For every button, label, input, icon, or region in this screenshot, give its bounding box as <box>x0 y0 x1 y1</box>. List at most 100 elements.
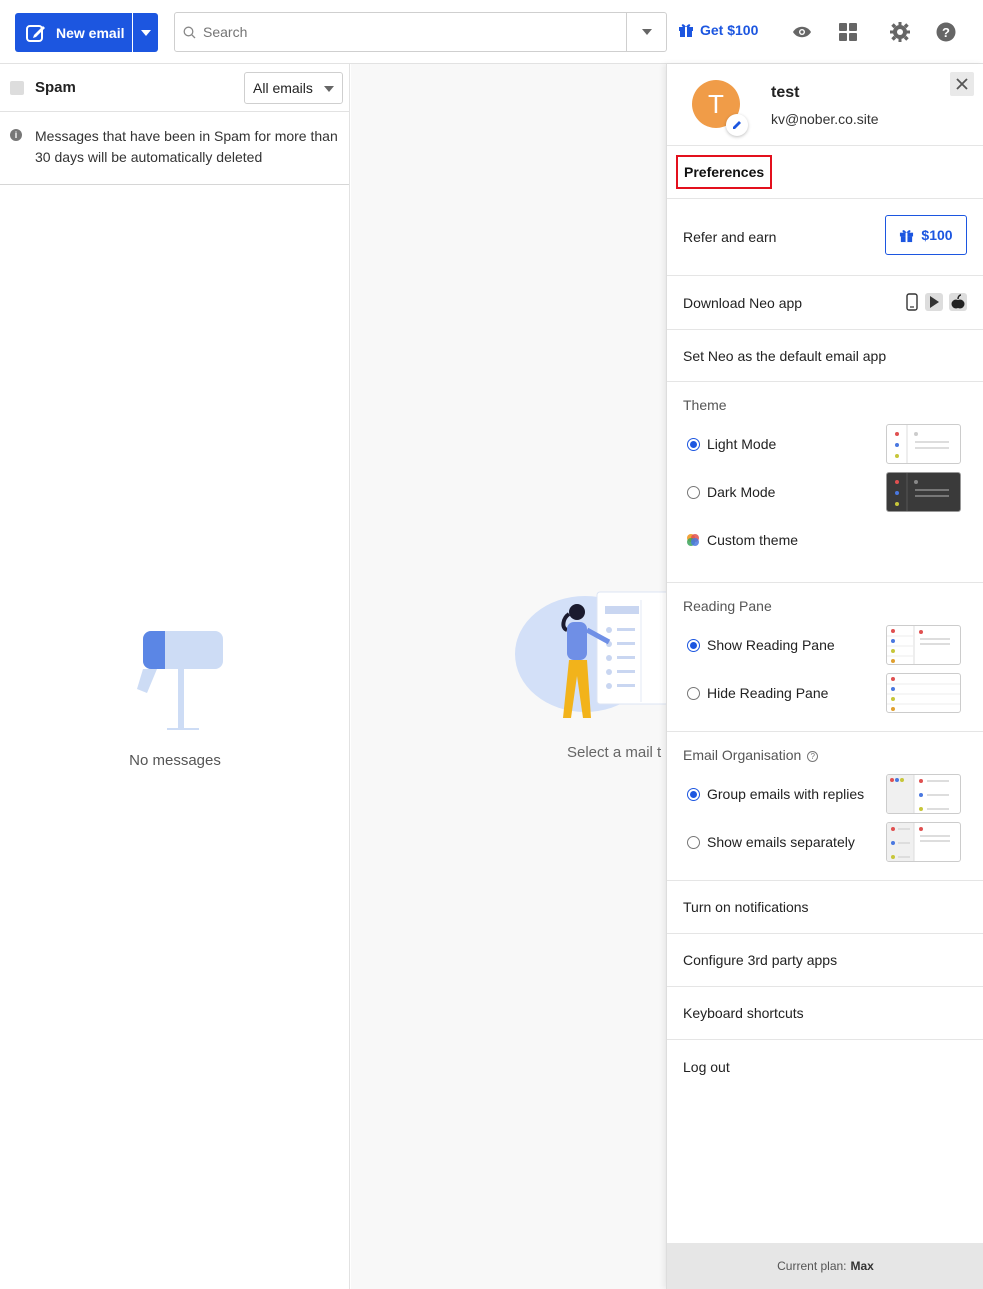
default-app-label: Set Neo as the default email app <box>683 347 887 364</box>
svg-text:?: ? <box>942 25 950 40</box>
theme-light-option[interactable]: Light Mode <box>667 420 983 468</box>
reading-pane: Select a mail t <box>351 64 666 1289</box>
reading-pane-section: Reading Pane Show Reading Pane Hide Read… <box>667 583 983 732</box>
email-organisation-label: Email Organisation <box>683 747 802 763</box>
folder-title: Spam <box>35 79 76 96</box>
group-emails-option[interactable]: Group emails with replies <box>667 770 983 818</box>
get100-link[interactable]: Get $100 <box>678 22 758 38</box>
separate-emails-radio[interactable] <box>687 835 700 849</box>
caret-down-icon <box>140 29 151 36</box>
default-app-row[interactable]: Set Neo as the default email app <box>667 330 983 382</box>
compose-icon <box>26 24 45 42</box>
notifications-label: Turn on notifications <box>683 899 809 915</box>
preferences-row: Preferences <box>667 146 983 199</box>
caret-down-icon <box>641 29 652 35</box>
close-icon <box>956 78 968 90</box>
keyboard-shortcuts-row[interactable]: Keyboard shortcuts <box>667 987 983 1040</box>
custom-theme-label: Custom theme <box>707 532 799 548</box>
gear-icon[interactable] <box>889 21 911 43</box>
keyboard-shortcuts-label: Keyboard shortcuts <box>683 1005 804 1021</box>
apple-icon[interactable] <box>949 293 967 311</box>
third-party-apps-row[interactable]: Configure 3rd party apps <box>667 934 983 987</box>
theme-section: Theme Light Mode Dark Mode Custom theme <box>667 382 983 583</box>
logout-row[interactable]: Log out <box>667 1040 983 1093</box>
show-reading-pane-label: Show Reading Pane <box>707 637 835 653</box>
search-box <box>174 12 667 52</box>
select-mail-text: Select a mail t <box>567 744 662 761</box>
folder-header: Spam All emails <box>0 64 349 112</box>
email-organisation-section: Email Organisation? Group emails with re… <box>667 732 983 881</box>
reading-pane-title: Reading Pane <box>683 598 772 614</box>
help-circle-icon[interactable]: ? <box>807 750 819 762</box>
search-icon <box>175 26 203 39</box>
dark-mode-radio[interactable] <box>687 485 700 499</box>
dark-mode-preview <box>886 472 961 512</box>
logout-label: Log out <box>683 1058 730 1075</box>
help-icon[interactable]: ? <box>935 21 957 43</box>
palette-icon <box>687 534 699 546</box>
profile-header: T test kv@nober.co.site <box>667 64 983 146</box>
theme-title: Theme <box>683 397 727 413</box>
eye-icon[interactable] <box>791 21 813 43</box>
select-all-checkbox[interactable] <box>10 80 24 95</box>
close-panel-button[interactable] <box>950 72 974 96</box>
search-options-button[interactable] <box>626 13 666 51</box>
google-play-icon[interactable] <box>925 293 943 311</box>
pencil-icon <box>733 121 741 129</box>
email-filter-select[interactable]: All emails <box>244 72 343 104</box>
theme-custom-option[interactable]: Custom theme <box>667 516 983 564</box>
refer-row: Refer and earn $100 <box>667 199 983 276</box>
email-filter-value: All emails <box>253 80 313 96</box>
hide-reading-pane-preview <box>886 673 961 713</box>
hide-reading-pane-label: Hide Reading Pane <box>707 685 829 701</box>
group-emails-preview <box>886 774 961 814</box>
gift-icon <box>900 229 914 242</box>
plan-value: Max <box>850 1259 874 1273</box>
refer-button[interactable]: $100 <box>885 215 967 255</box>
new-email-button[interactable]: New email <box>15 13 132 52</box>
get100-label: Get $100 <box>700 22 759 38</box>
info-icon: i <box>10 129 22 141</box>
notifications-row[interactable]: Turn on notifications <box>667 881 983 934</box>
show-reading-pane-option[interactable]: Show Reading Pane <box>667 621 983 669</box>
light-mode-label: Light Mode <box>707 436 777 452</box>
separate-emails-option[interactable]: Show emails separately <box>667 818 983 866</box>
top-bar: New email Get $100 ? <box>0 0 983 64</box>
separate-emails-preview <box>886 822 961 862</box>
download-app-row[interactable]: Download Neo app <box>667 276 983 330</box>
new-email-dropdown-button[interactable] <box>133 13 158 52</box>
theme-dark-option[interactable]: Dark Mode <box>667 468 983 516</box>
app-store-icons <box>905 293 967 311</box>
preferences-link[interactable]: Preferences <box>676 155 773 189</box>
dark-mode-label: Dark Mode <box>707 484 776 500</box>
hide-reading-pane-radio[interactable] <box>687 686 700 700</box>
phone-icon[interactable] <box>905 293 919 311</box>
refer-button-label: $100 <box>921 227 953 243</box>
account-settings-panel: T test kv@nober.co.site Preferences Refe… <box>666 64 983 1289</box>
empty-state: No messages <box>0 629 350 769</box>
edit-avatar-button[interactable] <box>726 114 748 136</box>
spam-notice-text: Messages that have been in Spam for more… <box>35 128 338 165</box>
light-mode-radio[interactable] <box>687 437 700 451</box>
select-mail-illustration <box>515 591 666 718</box>
third-party-apps-label: Configure 3rd party apps <box>683 952 838 968</box>
new-email-group: New email <box>15 13 158 52</box>
search-input[interactable] <box>203 14 623 50</box>
gift-icon <box>679 24 693 37</box>
download-app-label: Download Neo app <box>683 294 803 311</box>
plan-footer: Current plan: Max <box>667 1243 983 1289</box>
apps-grid-icon[interactable] <box>837 21 859 43</box>
caret-down-icon <box>324 86 334 92</box>
message-list-pane: Spam All emails i Messages that have bee… <box>0 64 350 1289</box>
refer-label: Refer and earn <box>683 229 777 245</box>
new-email-label: New email <box>56 24 125 41</box>
empty-state-label: No messages <box>129 752 221 769</box>
show-reading-pane-radio[interactable] <box>687 638 700 652</box>
email-organisation-title: Email Organisation? <box>667 732 983 770</box>
group-emails-radio[interactable] <box>687 787 700 801</box>
group-emails-label: Group emails with replies <box>707 786 865 802</box>
profile-name: test <box>771 84 800 101</box>
hide-reading-pane-option[interactable]: Hide Reading Pane <box>667 669 983 717</box>
mailbox-icon <box>137 631 223 730</box>
separate-emails-label: Show emails separately <box>707 834 855 850</box>
